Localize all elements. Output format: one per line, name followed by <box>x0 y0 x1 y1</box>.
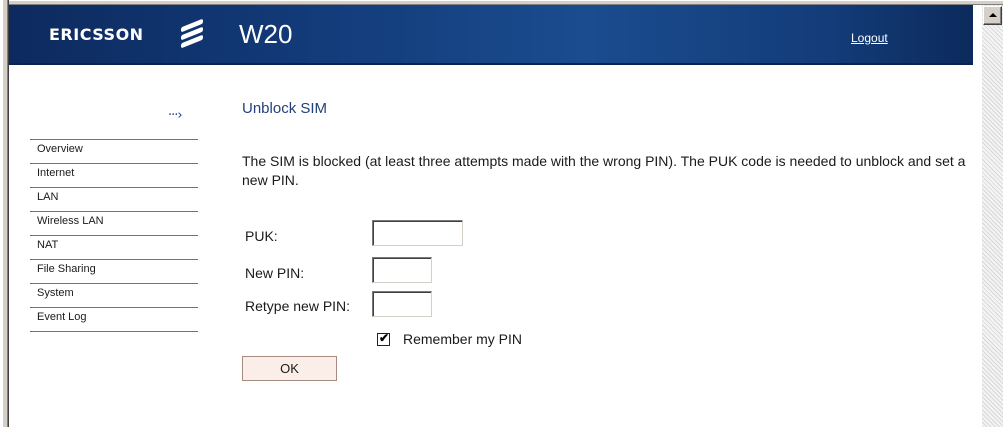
checkmark-icon: ✔ <box>379 331 390 345</box>
brand-logo-text: ERICSSON <box>49 25 144 44</box>
retype-pin-label: Retype new PIN: <box>245 298 351 314</box>
sidebar-nav: Overview Internet LAN Wireless LAN NAT F… <box>30 139 198 332</box>
sidebar-item-internet[interactable]: Internet <box>30 164 198 188</box>
sidebar-item-nat[interactable]: NAT <box>30 236 198 260</box>
scroll-up-button[interactable] <box>983 6 1002 25</box>
sidebar-item-lan[interactable]: LAN <box>30 188 198 212</box>
sidebar-item-file-sharing[interactable]: File Sharing <box>30 260 198 284</box>
arrow-up-icon <box>989 13 997 17</box>
sim-blocked-description: The SIM is blocked (at least three attem… <box>242 153 966 188</box>
sidebar-item-system[interactable]: System <box>30 284 198 308</box>
ok-button[interactable]: OK <box>242 356 337 381</box>
sidebar-item-wireless-lan[interactable]: Wireless LAN <box>30 212 198 236</box>
vertical-scrollbar[interactable] <box>982 5 1003 427</box>
logout-link[interactable]: Logout <box>851 31 888 45</box>
new-pin-label: New PIN: <box>245 265 305 281</box>
puk-label: PUK: <box>245 228 278 244</box>
remember-pin-label: Remember my PIN <box>403 331 523 347</box>
nav-arrow-icon: ···› <box>168 108 183 123</box>
sidebar-item-event-log[interactable]: Event Log <box>30 308 198 332</box>
remember-pin-checkbox[interactable]: ✔ <box>377 331 390 346</box>
retype-pin-input[interactable] <box>372 291 432 317</box>
window-left-border <box>0 0 9 427</box>
page-title: Unblock SIM <box>242 100 328 117</box>
new-pin-input[interactable] <box>372 257 432 283</box>
ericsson-logo-icon <box>181 18 203 49</box>
sidebar-item-overview[interactable]: Overview <box>30 140 198 164</box>
page-header: ERICSSON W20 Logout <box>9 5 973 65</box>
product-title: W20 <box>239 19 293 49</box>
puk-input[interactable] <box>372 220 463 246</box>
